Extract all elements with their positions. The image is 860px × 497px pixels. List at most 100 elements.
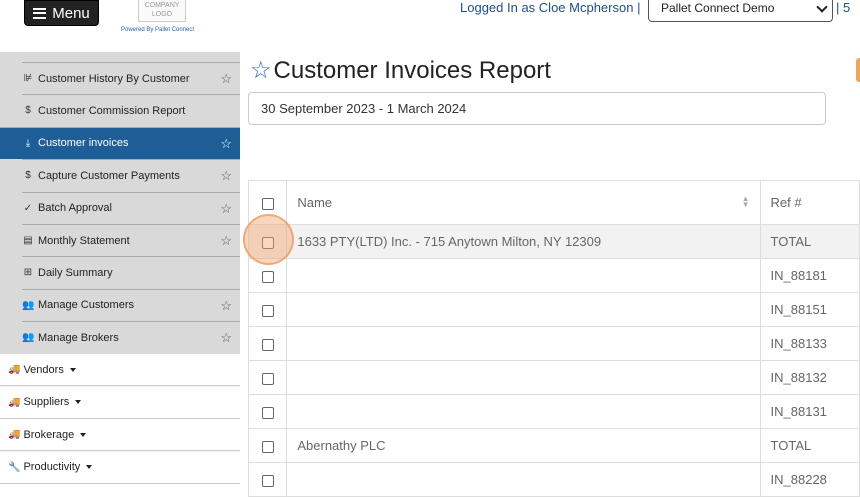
row-checkbox[interactable] — [261, 406, 274, 419]
ref-cell: TOTAL — [759, 224, 860, 259]
favorite-star-icon[interactable]: ☆ — [220, 71, 232, 87]
name-cell — [286, 326, 761, 361]
row-select-cell — [247, 326, 288, 361]
row-select-cell — [247, 258, 288, 293]
name-cell — [286, 292, 761, 327]
company-logo: COMPANY LOGO — [138, 0, 186, 22]
favorite-star-icon[interactable]: ☆ — [220, 233, 232, 249]
sidebar-item-batch-approval[interactable]: ✓ Batch Approval ☆ — [22, 191, 240, 224]
wrench-icon: 🔧 — [8, 461, 21, 473]
sidebar-item-brokerage[interactable]: 🚚 Brokerage — [0, 419, 240, 451]
row-checkbox[interactable] — [261, 474, 274, 487]
caret-down-icon — [86, 465, 93, 469]
table-row[interactable]: 1633 PTY(LTD) Inc. - 715 Anytown Milton,… — [247, 224, 860, 259]
truck-icon: 🚚 — [8, 396, 21, 408]
table-row[interactable]: IN_88181 — [247, 258, 860, 293]
invoices-table: Name ▲ ▼ Ref # 1633 PTY(LTD) Inc. - 715 An… — [247, 180, 860, 497]
caret-down-icon — [69, 367, 76, 372]
favorite-star-icon[interactable]: ☆ — [220, 201, 232, 217]
main-content: ☆ Customer Invoices Report 30 September … — [240, 52, 860, 497]
sidebar-item-customer-history-by-customer[interactable]: ⊯ Customer History By Customer ☆ — [22, 62, 240, 94]
table-row[interactable]: Abernathy PLC TOTAL — [247, 428, 860, 463]
ref-cell: IN_88181 — [759, 258, 860, 293]
sidebar-item-capture-customer-payments[interactable]: $ Capture Customer Payments ☆ — [22, 159, 240, 191]
name-cell — [286, 462, 761, 497]
sidebar-item-label: Productivity — [23, 461, 81, 473]
name-header-label: Name — [297, 195, 333, 210]
favorite-star-icon[interactable]: ☆ — [220, 298, 232, 314]
users-icon: 👥 — [22, 299, 35, 311]
date-range-input[interactable]: 30 September 2023 - 1 March 2024 — [248, 92, 826, 125]
sidebar-item-label: Daily Summary — [38, 266, 113, 279]
select-all-checkbox[interactable] — [261, 197, 274, 210]
row-checkbox[interactable] — [261, 440, 274, 453]
table-row[interactable]: IN_88133 — [247, 326, 860, 361]
sidebar-item-label: Manage Customers — [38, 299, 134, 312]
table-icon: ⊞ — [23, 267, 33, 279]
menu-button[interactable]: Menu — [24, 0, 99, 26]
table-row[interactable]: IN_88132 — [247, 360, 860, 395]
sidebar-item-productivity[interactable]: 🔧 Productivity — [0, 451, 240, 484]
name-cell: Abernathy PLC — [286, 428, 761, 463]
row-checkbox[interactable] — [261, 236, 274, 249]
name-cell — [286, 394, 761, 429]
company-select[interactable]: Pallet Connect Demo — [648, 0, 833, 22]
sidebar-item-label: Customer History By Customer — [38, 72, 190, 85]
sidebar-item-label: Batch Approval — [38, 202, 112, 215]
sidebar-item-label: Capture Customer Payments — [38, 169, 180, 182]
favorite-star-icon[interactable]: ☆ — [250, 56, 272, 85]
row-checkbox[interactable] — [261, 338, 274, 351]
sidebar-item-label: Brokerage — [23, 428, 75, 441]
hamburger-icon — [33, 7, 47, 19]
table-row[interactable]: IN_88228 — [247, 462, 860, 497]
statement-icon: ▤ — [23, 235, 33, 246]
table-row[interactable]: IN_88151 — [247, 292, 860, 327]
table-row[interactable]: IN_88131 — [247, 394, 860, 429]
row-checkbox[interactable] — [261, 270, 274, 283]
sidebar-item-manage-brokers[interactable]: 👥 Manage Brokers ☆ — [22, 321, 240, 353]
truck-icon: 🚚 — [8, 429, 21, 440]
sidebar-item-label: Monthly Statement — [38, 234, 130, 247]
truck-icon: 🚚 — [8, 364, 21, 375]
name-cell — [286, 258, 761, 293]
ref-cell: IN_88131 — [759, 394, 860, 429]
row-checkbox[interactable] — [261, 372, 274, 385]
ref-cell: IN_88132 — [759, 360, 860, 395]
page-title: ☆ Customer Invoices Report — [250, 56, 551, 85]
ref-cell: IN_88228 — [759, 462, 860, 497]
name-cell — [286, 360, 761, 395]
favorite-star-icon[interactable]: ☆ — [220, 168, 232, 184]
check-icon: ✓ — [23, 202, 33, 214]
favorite-star-icon[interactable]: ☆ — [220, 136, 232, 152]
row-checkbox[interactable] — [261, 304, 274, 317]
name-cell: 1633 PTY(LTD) Inc. - 715 Anytown Milton,… — [286, 224, 761, 259]
sort-icon: ▲ ▼ — [741, 194, 750, 209]
header-tail: | 5 — [836, 0, 851, 15]
sidebar-item-daily-summary[interactable]: ⊞ Daily Summary — [22, 256, 240, 288]
menu-label: Menu — [52, 4, 90, 22]
name-column-header[interactable]: Name ▲ ▼ — [286, 180, 761, 225]
sidebar: ⊯ Customer History By Customer ☆ $ Customer … — [0, 52, 240, 484]
favorite-star-icon[interactable]: ☆ — [220, 330, 232, 346]
row-select-cell — [247, 394, 288, 429]
side-tab[interactable] — [856, 58, 860, 82]
page-title-text: Customer Invoices Report — [273, 56, 551, 84]
sidebar-item-label: Vendors — [23, 363, 64, 376]
sidebar-item-suppliers[interactable]: 🚚 Suppliers — [0, 386, 240, 419]
ref-cell: TOTAL — [759, 428, 860, 463]
sidebar-item-monthly-statement[interactable]: ▤ Monthly Statement ☆ — [22, 224, 240, 256]
table-header-row: Name ▲ ▼ Ref # — [247, 180, 860, 225]
ref-cell: IN_88133 — [759, 326, 860, 361]
sidebar-item-vendors[interactable]: 🚚 Vendors — [0, 354, 240, 386]
logged-in-link[interactable]: Logged In as Cloe Mcpherson | — [460, 0, 640, 15]
sidebar-item-label: Customer invoices — [38, 137, 129, 150]
sidebar-item-customer-commission-report[interactable]: $ Customer Commission Report — [22, 94, 240, 126]
sidebar-item-customer-invoices[interactable]: ⤓ Customer invoices ☆ — [0, 126, 240, 159]
chart-icon: ⊯ — [23, 73, 33, 84]
sidebar-item-label: Suppliers — [23, 396, 70, 408]
sidebar-item-manage-customers[interactable]: 👥 Manage Customers ☆ — [22, 288, 240, 321]
ref-column-header[interactable]: Ref # — [759, 180, 860, 225]
top-bar: Menu COMPANY LOGO Powered By Pallet Conn… — [0, 0, 860, 52]
caret-down-icon — [75, 400, 82, 404]
row-select-cell — [247, 462, 288, 497]
